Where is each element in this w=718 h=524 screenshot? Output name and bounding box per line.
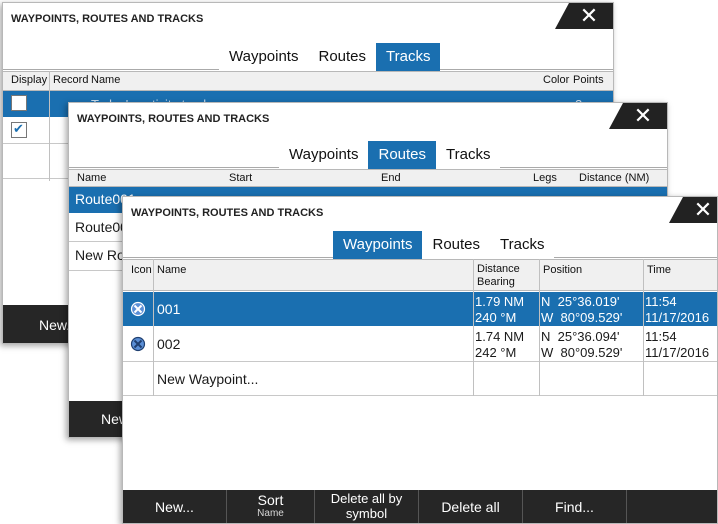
- waypoint-bearing: 240 °M: [475, 310, 517, 325]
- col-color: Color: [543, 74, 570, 86]
- waypoint-lon: W 80°09.529': [541, 345, 623, 360]
- col-divider: [473, 259, 474, 396]
- col-divider: [49, 71, 50, 181]
- col-divider: [153, 259, 154, 396]
- col-time: Time: [647, 264, 672, 276]
- col-end: End: [381, 172, 401, 184]
- table-row[interactable]: 002 1.74 NM 242 °M N 25°36.094' W 80°09.…: [123, 327, 717, 361]
- tracks-titlebar: WAYPOINTS, ROUTES AND TRACKS ✕: [3, 3, 613, 33]
- close-icon[interactable]: ✕: [609, 103, 667, 129]
- new-waypoint-item: New Waypoint...: [157, 371, 259, 387]
- col-legs: Legs: [533, 172, 557, 184]
- waypoint-date: 11/17/2016: [645, 345, 710, 360]
- tab-waypoints[interactable]: Waypoints: [333, 231, 423, 259]
- waypoint-lon: W 80°09.529': [541, 310, 623, 325]
- tracks-table-header: Display Record Name Color Points: [3, 71, 613, 91]
- display-checkbox[interactable]: [11, 95, 27, 111]
- tab-tracks[interactable]: Tracks: [376, 43, 441, 71]
- col-divider: [539, 259, 540, 396]
- waypoint-distance: 1.74 NM: [475, 329, 525, 344]
- tab-tracks[interactable]: Tracks: [436, 141, 501, 169]
- waypoint-cross-icon: [130, 301, 146, 317]
- tracks-tab-bar: Waypoints Routes Tracks: [219, 43, 441, 71]
- tab-waypoints[interactable]: Waypoints: [279, 141, 369, 169]
- display-checkbox[interactable]: [11, 121, 27, 138]
- waypoints-tab-bar: Waypoints Routes Tracks: [333, 231, 555, 259]
- col-start: Start: [229, 172, 253, 184]
- close-icon[interactable]: ✕: [669, 197, 717, 223]
- tab-routes[interactable]: Routes: [368, 141, 437, 169]
- table-row[interactable]: New Waypoint...: [123, 362, 717, 395]
- col-distance: Distance: [477, 263, 520, 275]
- row-divider: [123, 395, 717, 396]
- waypoint-lat: N 25°36.019': [541, 294, 620, 309]
- col-position: Position: [543, 264, 583, 276]
- waypoint-name: 001: [157, 301, 181, 317]
- new-button[interactable]: New...: [123, 490, 227, 523]
- col-name: Name: [157, 264, 187, 276]
- col-distance: Distance (NM): [579, 172, 650, 184]
- waypoint-time: 11:54: [645, 329, 677, 344]
- tab-tracks[interactable]: Tracks: [490, 231, 555, 259]
- waypoint-distance: 1.79 NM: [475, 294, 525, 309]
- dialog-title: WAYPOINTS, ROUTES AND TRACKS: [11, 13, 204, 25]
- col-points: Points: [573, 74, 604, 86]
- routes-titlebar: WAYPOINTS, ROUTES AND TRACKS ✕: [69, 103, 667, 133]
- table-row[interactable]: 001 1.79 NM 240 °M N 25°36.019' W 80°09.…: [123, 292, 717, 326]
- col-bearing: Bearing: [477, 276, 515, 288]
- delete-all-by-symbol-button[interactable]: Delete all by symbol: [315, 490, 419, 523]
- dialog-title: WAYPOINTS, ROUTES AND TRACKS: [77, 113, 270, 125]
- waypoint-bearing: 242 °M: [475, 345, 517, 360]
- waypoint-time: 11:54: [645, 294, 677, 309]
- find-button[interactable]: Find...: [523, 490, 627, 523]
- routes-table-header: Name Start End Legs Distance (NM): [69, 169, 667, 187]
- waypoints-dialog: WAYPOINTS, ROUTES AND TRACKS ✕ Waypoints…: [122, 196, 718, 524]
- waypoints-titlebar: WAYPOINTS, ROUTES AND TRACKS ✕: [123, 197, 717, 227]
- waypoints-bottom-bar: New... Sort Name Delete all by symbol De…: [123, 490, 717, 523]
- tab-routes[interactable]: Routes: [422, 231, 491, 259]
- waypoint-name: 002: [157, 336, 181, 352]
- new-button[interactable]: New...: [3, 305, 78, 343]
- routes-tab-bar: Waypoints Routes Tracks: [279, 141, 501, 169]
- waypoint-date: 11/17/2016: [645, 310, 710, 325]
- col-record: Record: [53, 74, 89, 86]
- waypoint-lat: N 25°36.094': [541, 329, 620, 344]
- sort-button[interactable]: Sort Name: [227, 490, 315, 523]
- delete-all-button[interactable]: Delete all: [419, 490, 523, 523]
- tab-waypoints[interactable]: Waypoints: [219, 43, 309, 71]
- waypoint-cross-icon: [130, 336, 146, 352]
- dialog-title: WAYPOINTS, ROUTES AND TRACKS: [131, 207, 324, 219]
- tab-routes[interactable]: Routes: [308, 43, 377, 71]
- col-name: Name: [91, 74, 121, 86]
- col-icon: Icon: [131, 264, 152, 276]
- col-name: Name: [77, 172, 107, 184]
- close-icon[interactable]: ✕: [555, 3, 613, 29]
- waypoints-table-header: Icon Name Distance Bearing Position Time: [123, 259, 717, 291]
- col-divider: [643, 259, 644, 396]
- col-display: Display: [11, 74, 48, 86]
